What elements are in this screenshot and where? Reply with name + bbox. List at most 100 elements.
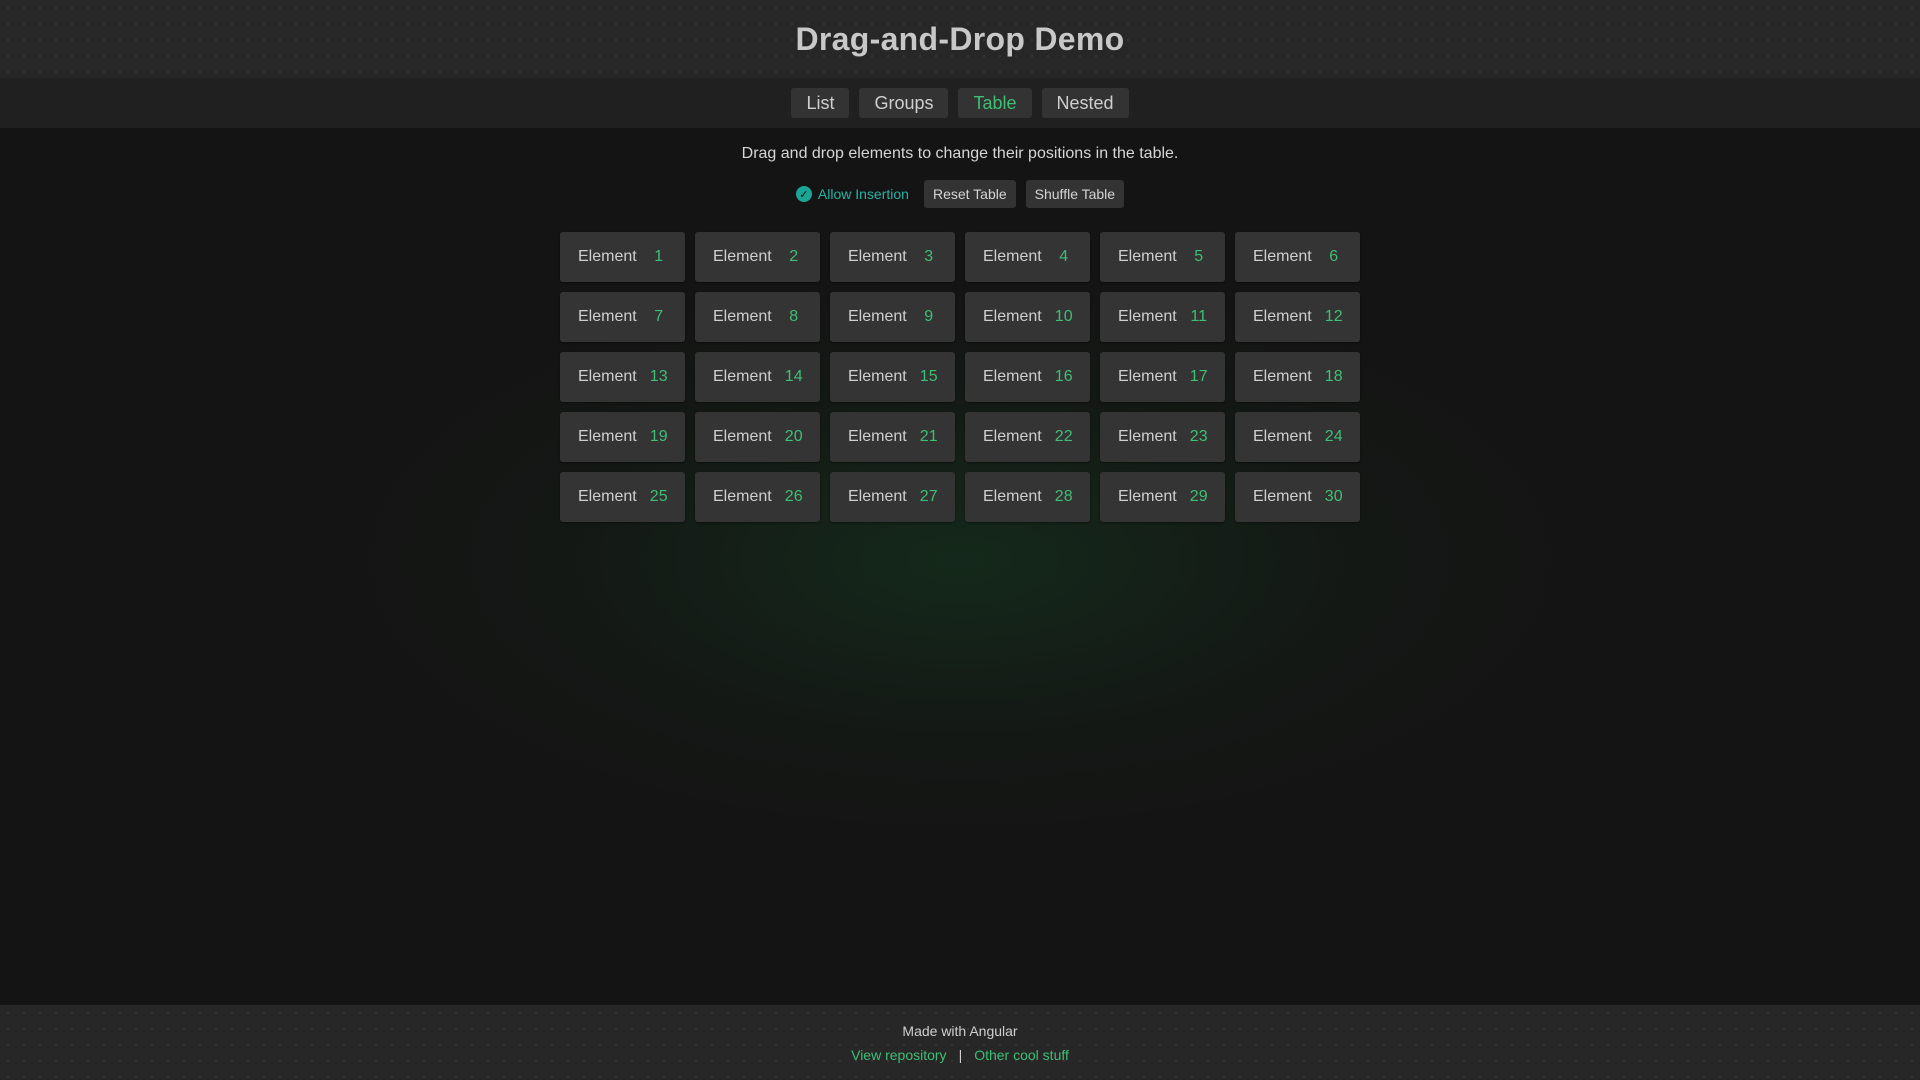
element-label: Element xyxy=(983,428,1042,445)
element-label: Element xyxy=(578,308,637,325)
element-number: 15 xyxy=(919,368,938,385)
link-separator: | xyxy=(958,1046,963,1063)
element-number: 27 xyxy=(919,488,938,505)
element-number: 17 xyxy=(1189,368,1208,385)
table-element[interactable]: Element 14 xyxy=(695,352,820,402)
table-element[interactable]: Element 15 xyxy=(830,352,955,402)
made-with-text: Made with Angular xyxy=(902,1022,1018,1039)
table-element[interactable]: Element 1 xyxy=(560,232,685,282)
element-label: Element xyxy=(983,248,1042,265)
element-label: Element xyxy=(983,368,1042,385)
element-label: Element xyxy=(1253,428,1312,445)
element-label: Element xyxy=(1118,488,1177,505)
element-label: Element xyxy=(1118,428,1177,445)
tab-table[interactable]: Table xyxy=(958,88,1032,118)
table-element[interactable]: Element 5 xyxy=(1100,232,1225,282)
table-element[interactable]: Element 10 xyxy=(965,292,1090,342)
element-number: 5 xyxy=(1194,248,1204,265)
element-label: Element xyxy=(578,428,637,445)
table-element[interactable]: Element 24 xyxy=(1235,412,1360,462)
table-element[interactable]: Element 25 xyxy=(560,472,685,522)
element-number: 24 xyxy=(1324,428,1343,445)
table-element[interactable]: Element 26 xyxy=(695,472,820,522)
page: Drag-and-Drop Demo List Groups Table Nes… xyxy=(0,0,1920,1080)
element-table: Element 1 Element 2 Element 3 Element 4 Element 5… xyxy=(560,232,1360,522)
shuffle-table-button[interactable]: Shuffle Table xyxy=(1025,180,1125,208)
table-element[interactable]: Element 13 xyxy=(560,352,685,402)
element-label: Element xyxy=(983,308,1042,325)
reset-table-button[interactable]: Reset Table xyxy=(923,180,1016,208)
element-number: 19 xyxy=(649,428,668,445)
checkmark-icon: ✓ xyxy=(795,186,812,202)
table-element[interactable]: Element 8 xyxy=(695,292,820,342)
table-element[interactable]: Element 28 xyxy=(965,472,1090,522)
element-number: 18 xyxy=(1324,368,1343,385)
table-element[interactable]: Element 20 xyxy=(695,412,820,462)
table-element[interactable]: Element 18 xyxy=(1235,352,1360,402)
element-number: 6 xyxy=(1329,248,1339,265)
element-number: 9 xyxy=(924,308,934,325)
table-element[interactable]: Element 29 xyxy=(1100,472,1225,522)
table-element[interactable]: Element 2 xyxy=(695,232,820,282)
element-number: 16 xyxy=(1054,368,1073,385)
allow-insertion-label: Allow Insertion xyxy=(817,186,909,202)
element-number: 29 xyxy=(1189,488,1208,505)
tab-groups[interactable]: Groups xyxy=(859,88,949,118)
table-element[interactable]: Element 16 xyxy=(965,352,1090,402)
element-label: Element xyxy=(848,308,907,325)
table-element[interactable]: Element 22 xyxy=(965,412,1090,462)
table-element[interactable]: Element 9 xyxy=(830,292,955,342)
table-element[interactable]: Element 19 xyxy=(560,412,685,462)
other-cool-stuff-link[interactable]: Other cool stuff xyxy=(974,1047,1069,1063)
element-number: 30 xyxy=(1324,488,1343,505)
table-element[interactable]: Element 23 xyxy=(1100,412,1225,462)
table-element[interactable]: Element 4 xyxy=(965,232,1090,282)
element-number: 26 xyxy=(784,488,803,505)
element-label: Element xyxy=(713,248,772,265)
element-label: Element xyxy=(1253,308,1312,325)
table-element[interactable]: Element 3 xyxy=(830,232,955,282)
element-number: 7 xyxy=(654,308,664,325)
table-element[interactable]: Element 27 xyxy=(830,472,955,522)
element-label: Element xyxy=(578,488,637,505)
table-element[interactable]: Element 6 xyxy=(1235,232,1360,282)
element-number: 2 xyxy=(789,248,799,265)
element-label: Element xyxy=(713,428,772,445)
element-number: 11 xyxy=(1190,308,1207,325)
element-number: 3 xyxy=(924,248,934,265)
element-label: Element xyxy=(848,428,907,445)
table-element[interactable]: Element 21 xyxy=(830,412,955,462)
tab-bar: List Groups Table Nested xyxy=(0,78,1920,128)
tab-list[interactable]: List xyxy=(791,88,850,118)
table-element[interactable]: Element 7 xyxy=(560,292,685,342)
element-label: Element xyxy=(848,248,907,265)
element-label: Element xyxy=(1253,488,1312,505)
page-title: Drag-and-Drop Demo xyxy=(795,20,1125,57)
element-label: Element xyxy=(1118,308,1177,325)
element-number: 25 xyxy=(649,488,668,505)
element-label: Element xyxy=(983,488,1042,505)
controls-bar: ✓ Allow Insertion Reset Table Shuffle Ta… xyxy=(0,180,1920,208)
footer-links: View repository | Other cool stuff xyxy=(851,1047,1069,1063)
table-element[interactable]: Element 30 xyxy=(1235,472,1360,522)
view-repository-link[interactable]: View repository xyxy=(851,1047,946,1063)
table-element[interactable]: Element 17 xyxy=(1100,352,1225,402)
element-number: 20 xyxy=(784,428,803,445)
tab-nested[interactable]: Nested xyxy=(1041,88,1129,118)
allow-insertion-checkbox[interactable]: ✓ Allow Insertion xyxy=(795,186,909,202)
element-number: 28 xyxy=(1054,488,1073,505)
element-label: Element xyxy=(848,368,907,385)
table-element[interactable]: Element 11 xyxy=(1100,292,1225,342)
element-number: 4 xyxy=(1059,248,1069,265)
element-number: 13 xyxy=(649,368,668,385)
element-label: Element xyxy=(578,368,637,385)
element-number: 14 xyxy=(784,368,803,385)
element-number: 12 xyxy=(1324,308,1343,325)
element-number: 22 xyxy=(1054,428,1073,445)
table-element[interactable]: Element 12 xyxy=(1235,292,1360,342)
footer: Made with Angular View repository | Othe… xyxy=(0,1005,1920,1080)
element-label: Element xyxy=(713,308,772,325)
element-number: 1 xyxy=(654,248,664,265)
title-bar: Drag-and-Drop Demo xyxy=(0,0,1920,78)
element-number: 23 xyxy=(1189,428,1208,445)
